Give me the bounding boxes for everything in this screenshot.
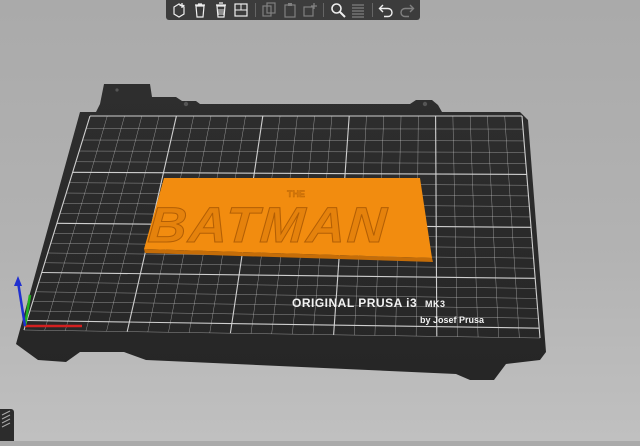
search-button[interactable] [327,1,348,19]
undo-icon [378,2,394,18]
delete-all-icon [213,2,229,18]
layers-icon [350,2,366,18]
model-object[interactable]: THE BATMAN [144,178,433,262]
bed-brand-model: MK3 [425,299,446,309]
bed-screw [423,102,427,106]
instance-add-icon [302,2,318,18]
bed-brand-subtitle: by Josef Prusa [420,315,485,325]
add-icon [171,2,187,18]
toolbar-separator [255,3,256,17]
z-axis [18,282,25,326]
model-main-text: BATMAN [146,197,390,253]
delete-button[interactable] [190,1,211,19]
layers-stack-icon [0,409,14,441]
search-icon [330,2,346,18]
toolbar-separator [372,3,373,17]
3d-viewport[interactable]: THE BATMAN ORIGINAL PRUSA i3 MK3 by Jose… [0,0,640,441]
collapse-sidebar-button[interactable] [0,409,14,441]
bed-brand-line1: ORIGINAL PRUSA i3 [292,296,417,310]
toolbar-separator [323,3,324,17]
top-toolbar [166,0,420,20]
bed-screw [184,102,188,106]
layers-button[interactable] [348,1,369,19]
z-axis-arrow [14,276,22,286]
copy-button[interactable] [259,1,280,19]
redo-icon [399,2,415,18]
arrange-icon [233,2,249,18]
delete-icon [192,2,208,18]
copy-icon [261,2,277,18]
bed-screw [115,88,118,91]
paste-button[interactable] [279,1,300,19]
scene: THE BATMAN ORIGINAL PRUSA i3 MK3 by Jose… [0,0,640,441]
add-button[interactable] [169,1,190,19]
arrange-button[interactable] [231,1,252,19]
instance-add-button[interactable] [300,1,321,19]
paste-icon [282,2,298,18]
delete-all-button[interactable] [210,1,231,19]
redo-button[interactable] [396,1,417,19]
undo-button[interactable] [376,1,397,19]
